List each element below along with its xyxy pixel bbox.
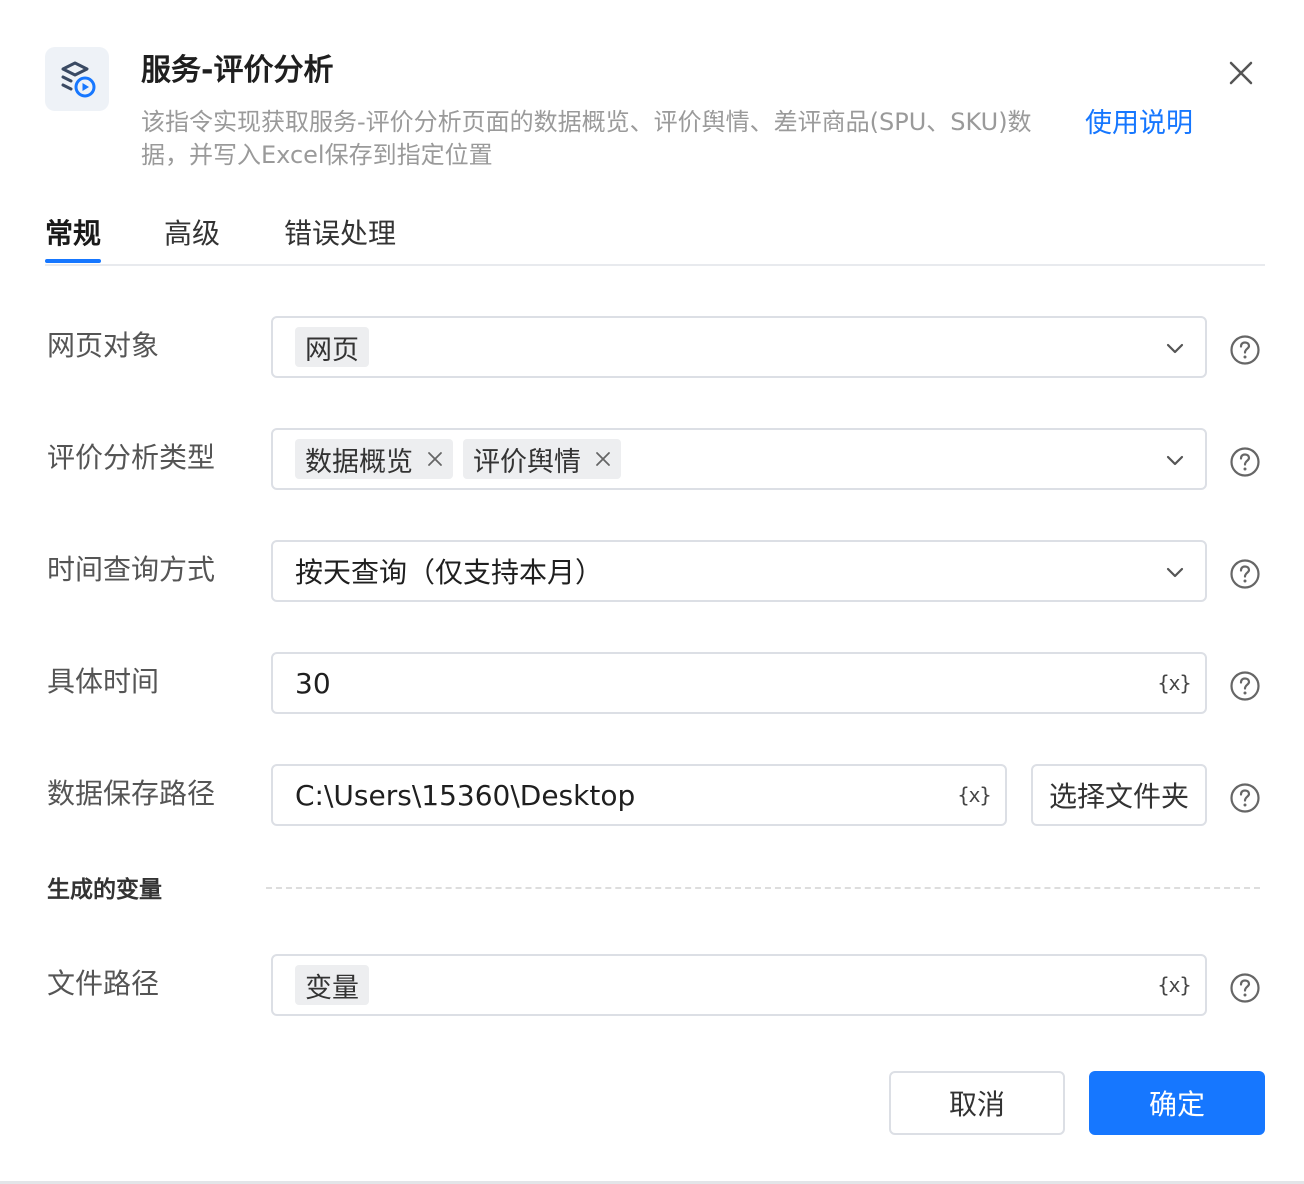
time-query-mode-label: 时间查询方式 [47,553,216,586]
time-query-mode-select[interactable]: 按天查询（仅支持本月） [271,540,1207,602]
help-icon[interactable] [1229,782,1261,814]
tab-advanced[interactable]: 高级 [164,212,220,256]
file-path-label: 文件路径 [47,967,160,1000]
tab-error-handling[interactable]: 错误处理 [284,212,396,256]
help-icon[interactable] [1229,558,1261,590]
close-icon [428,452,442,466]
active-tab-indicator [45,259,101,263]
specific-time-input[interactable]: 30 {x} [271,652,1207,714]
save-path-input[interactable]: C:\Users\15360\Desktop {x} [271,764,1007,826]
webpage-object-select[interactable]: 网页 [271,316,1207,378]
help-icon[interactable] [1229,670,1261,702]
close-icon [596,452,610,466]
analysis-type-chip-label: 数据概览 [305,446,413,478]
file-path-variable-input[interactable]: 变量 {x} [271,954,1207,1016]
confirm-button[interactable]: 确定 [1089,1071,1265,1135]
remove-chip-button[interactable] [427,451,443,467]
webpage-chip: 网页 [295,327,369,367]
tab-general[interactable]: 常规 [45,212,101,256]
webpage-object-label: 网页对象 [47,329,160,362]
cancel-button[interactable]: 取消 [889,1071,1065,1135]
analysis-type-label: 评价分析类型 [47,441,216,474]
insert-variable-button[interactable]: {x} [1157,668,1191,698]
select-folder-button[interactable]: 选择文件夹 [1031,764,1207,826]
chevron-down-icon[interactable] [1163,448,1187,472]
analysis-type-multiselect[interactable]: 数据概览 评价舆情 [271,428,1207,490]
analysis-type-chip: 评价舆情 [463,439,621,479]
help-icon[interactable] [1229,972,1261,1004]
dialog-title: 服务-评价分析 [141,53,334,88]
variable-chip-label: 变量 [305,972,359,1004]
section-divider [266,887,1260,889]
close-button[interactable] [1222,54,1260,92]
help-icon[interactable] [1229,446,1261,478]
chevron-down-icon[interactable] [1163,560,1187,584]
help-icon[interactable] [1229,334,1261,366]
dialog-description: 该指令实现获取服务-评价分析页面的数据概览、评价舆情、差评商品(SPU、SKU)… [141,108,1032,169]
save-path-value: C:\Users\15360\Desktop [295,778,636,812]
insert-variable-button[interactable]: {x} [957,780,991,810]
dialog: 服务-评价分析 该指令实现获取服务-评价分析页面的数据概览、评价舆情、差评商品(… [0,0,1304,1184]
specific-time-label: 具体时间 [47,665,160,698]
remove-chip-button[interactable] [595,451,611,467]
help-link[interactable]: 使用说明 [1085,106,1193,142]
generated-variables-title: 生成的变量 [47,877,162,903]
variable-chip: 变量 [295,965,369,1005]
service-analysis-icon [45,47,109,111]
webpage-chip-label: 网页 [305,334,359,366]
chevron-down-icon[interactable] [1163,336,1187,360]
time-query-mode-value: 按天查询（仅支持本月） [295,556,604,589]
close-icon [1229,61,1253,85]
insert-variable-button[interactable]: {x} [1157,970,1191,1000]
save-path-label: 数据保存路径 [47,777,216,810]
analysis-type-chip-label: 评价舆情 [473,446,581,478]
tab-bar: 常规 高级 错误处理 [45,208,1265,266]
specific-time-value: 30 [295,666,331,700]
analysis-type-chip: 数据概览 [295,439,453,479]
